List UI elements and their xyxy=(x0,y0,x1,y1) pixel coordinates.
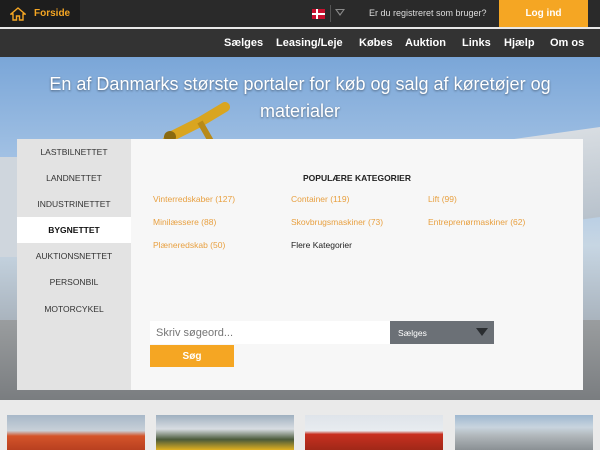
login-button[interactable]: Log ind xyxy=(499,0,588,27)
category-link-minilaessere[interactable]: Minilæssere (88) xyxy=(153,217,216,227)
category-link-vinterredskaber[interactable]: Vinterredskaber (127) xyxy=(153,194,235,204)
divider xyxy=(330,5,331,22)
listing-type-select[interactable]: Sælges xyxy=(390,321,494,344)
category-link-entreprenormaskiner[interactable]: Entreprenørmaskiner (62) xyxy=(428,217,525,227)
top-bar: Forside Er du registreret som bruger? Lo… xyxy=(0,0,600,27)
category-link-skovbrugsmaskiner[interactable]: Skovbrugsmaskiner (73) xyxy=(291,217,383,227)
home-label: Forside xyxy=(34,8,71,19)
hero-title: En af Danmarks største portaler for køb … xyxy=(0,71,600,125)
sidebar-item-landnettet[interactable]: LANDNETTET xyxy=(17,165,131,191)
container-thumb[interactable] xyxy=(455,415,593,450)
registered-prompt: Er du registreret som bruger? xyxy=(369,8,487,18)
sidebar-item-auktionsnettet[interactable]: AUKTIONSNETTET xyxy=(17,243,131,269)
orange-machine-thumb[interactable] xyxy=(7,415,145,450)
category-link-container[interactable]: Container (119) xyxy=(291,194,349,204)
search-input[interactable] xyxy=(150,321,390,344)
red-trailer-thumb[interactable] xyxy=(305,415,443,450)
sidebar-item-motorcykel[interactable]: MOTORCYKEL xyxy=(17,296,131,322)
chevron-down-icon xyxy=(476,328,488,336)
sidebar-item-personbil[interactable]: PERSONBIL xyxy=(17,269,131,295)
nav-item-hjaelp[interactable]: Hjælp xyxy=(504,37,535,49)
category-content: POPULÆRE KATEGORIER Vinterredskaber (127… xyxy=(131,139,583,390)
listing-type-value: Sælges xyxy=(398,327,427,338)
sidebar-item-industrinettet[interactable]: INDUSTRINETTET xyxy=(17,191,131,217)
category-link-lift[interactable]: Lift (99) xyxy=(428,194,457,204)
popular-categories-heading: POPULÆRE KATEGORIER xyxy=(303,173,411,183)
nav-item-kobes[interactable]: Købes xyxy=(359,37,393,49)
main-nav: Sælges Leasing/Leje Købes Auktion Links … xyxy=(0,29,600,57)
more-categories-link[interactable]: Flere Kategorier xyxy=(291,240,352,250)
home-icon xyxy=(10,6,26,21)
nav-item-leasing[interactable]: Leasing/Leje xyxy=(276,37,343,49)
nav-item-om-os[interactable]: Om os xyxy=(550,37,584,49)
portal-sidebar: LASTBILNETTET LANDNETTET INDUSTRINETTET … xyxy=(17,139,131,390)
hero-title-line-1: En af Danmarks største portaler for køb … xyxy=(49,74,551,94)
sidebar-item-lastbilnettet[interactable]: LASTBILNETTET xyxy=(17,139,131,165)
sidebar-item-bygnettet[interactable]: BYGNETTET xyxy=(17,217,131,243)
nav-item-auktion[interactable]: Auktion xyxy=(405,37,446,49)
hero-title-line-2: materialer xyxy=(259,101,341,121)
home-link[interactable]: Forside xyxy=(0,0,80,27)
search-button[interactable]: Søg xyxy=(150,345,234,367)
danish-flag-icon[interactable] xyxy=(312,9,325,19)
category-link-plaeneredskab[interactable]: Plæneredskab (50) xyxy=(153,240,225,250)
building-vehicles-thumb[interactable] xyxy=(156,415,294,450)
featured-listings xyxy=(0,400,600,450)
nav-item-saelges[interactable]: Sælges xyxy=(224,37,263,49)
search-panel: LASTBILNETTET LANDNETTET INDUSTRINETTET … xyxy=(17,139,583,390)
nav-item-links[interactable]: Links xyxy=(462,37,491,49)
chevron-down-icon[interactable] xyxy=(335,9,345,16)
